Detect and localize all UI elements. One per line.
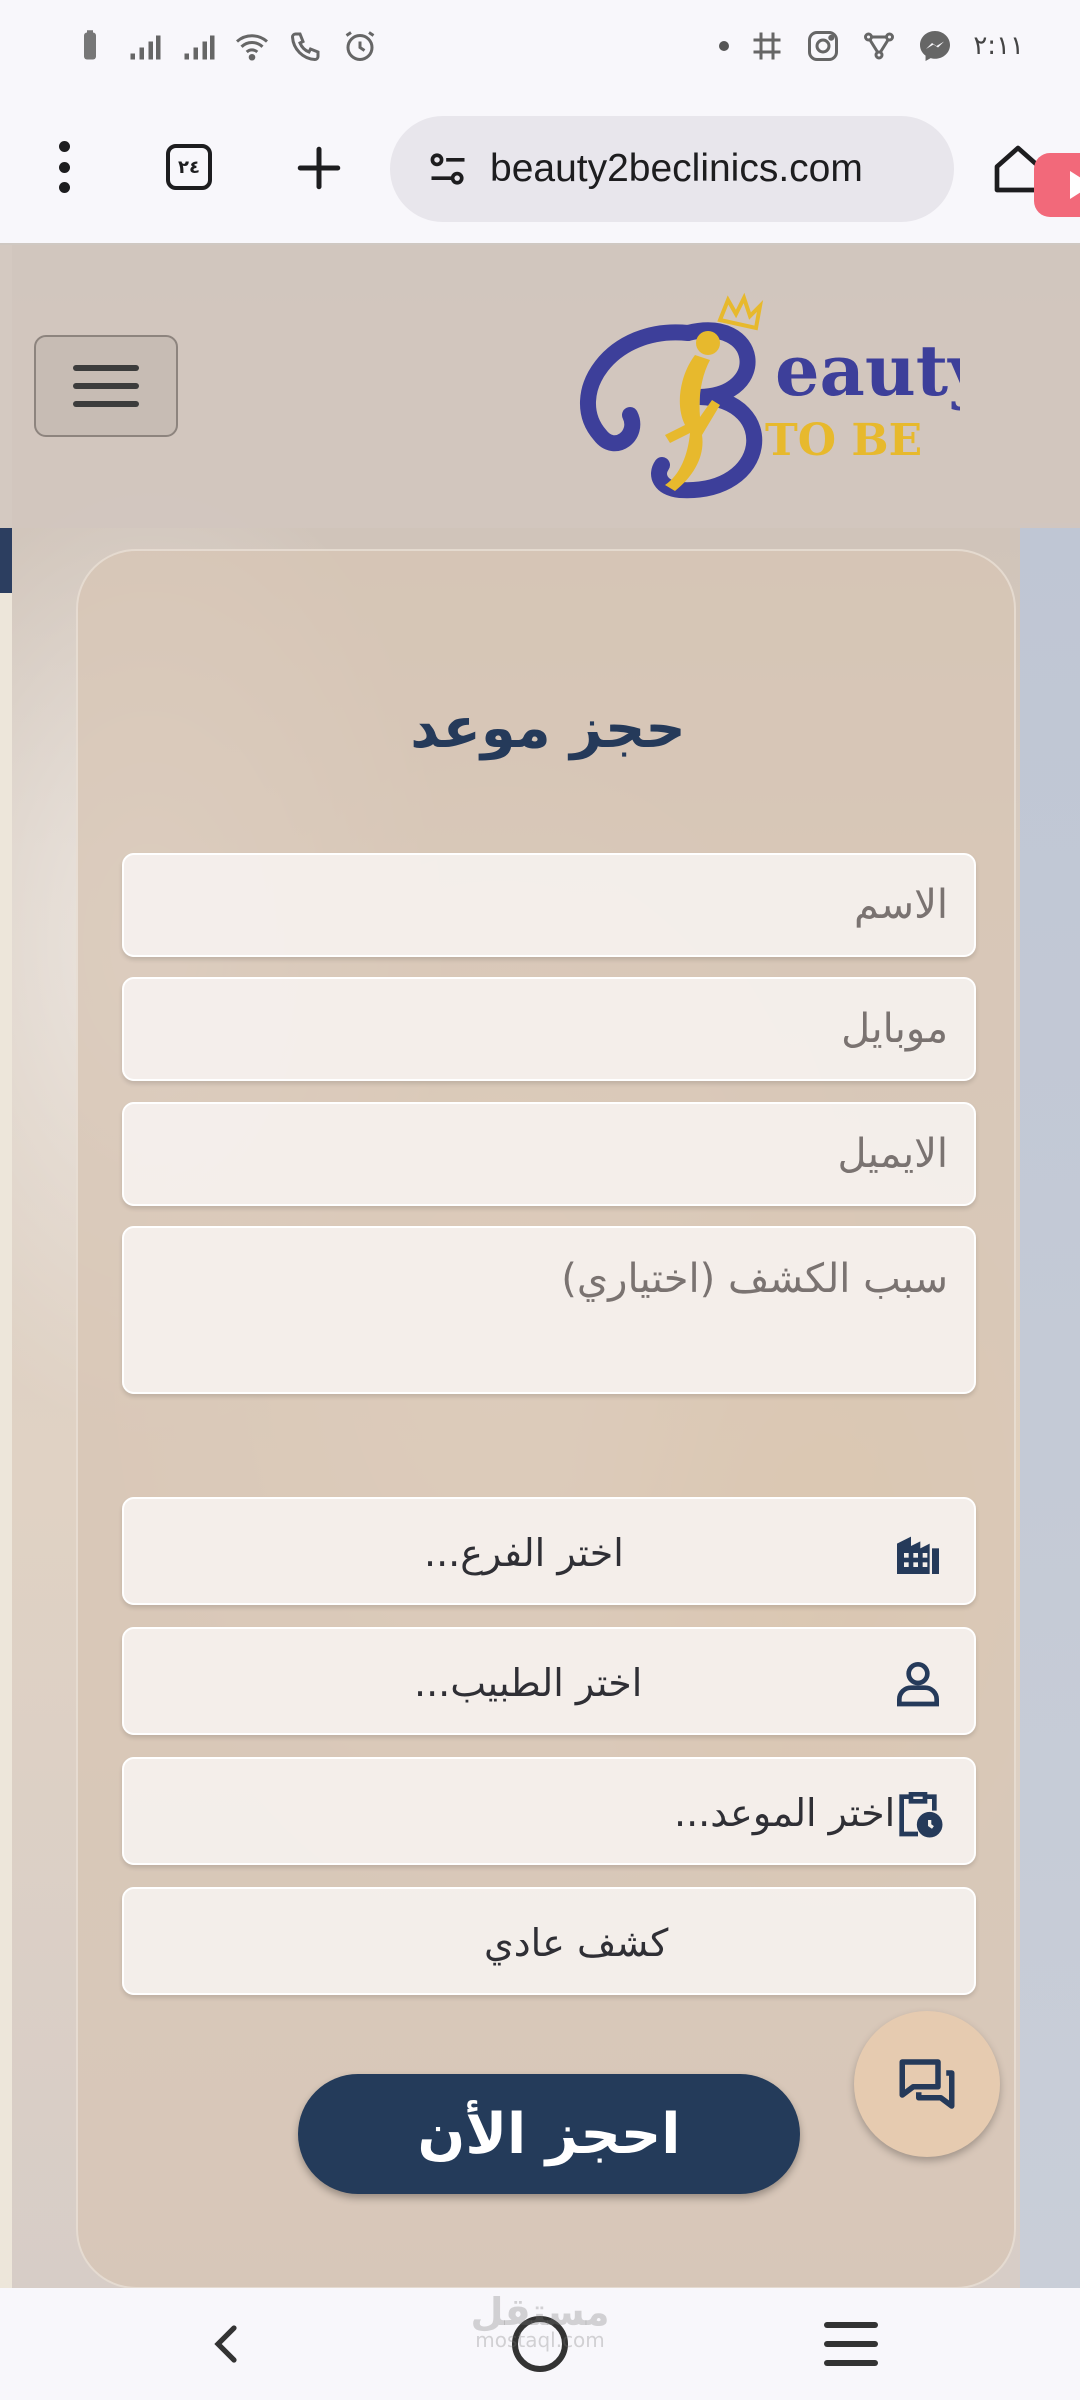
branch-select[interactable]: اختر الفرع... <box>122 1497 976 1605</box>
address-bar[interactable]: beauty2beclinics.com <box>390 116 954 222</box>
web-page: eauty TO BE حجز موعد الاسم موبايل الايمي… <box>0 243 1080 2288</box>
book-now-button[interactable]: احجز الأن <box>298 2074 800 2194</box>
appointment-select[interactable]: اختر الموعد... <box>122 1757 976 1865</box>
clipboard-clock-icon <box>890 1785 946 1841</box>
mobile-input[interactable]: موبايل <box>122 977 976 1081</box>
back-icon[interactable] <box>204 2320 252 2368</box>
messenger-icon <box>917 26 953 66</box>
site-settings-icon[interactable] <box>426 147 470 191</box>
notification-dot-icon <box>719 41 730 51</box>
browser-menu-icon[interactable] <box>42 135 86 199</box>
watermark-sub: mostaql.com <box>475 2328 605 2352</box>
name-input[interactable]: الاسم <box>122 853 976 957</box>
logo-text-sub: TO BE <box>765 415 922 466</box>
wifi-icon <box>234 26 270 66</box>
chat-button[interactable] <box>854 2011 1000 2157</box>
building-icon <box>890 1525 946 1581</box>
signal-icon <box>126 26 162 66</box>
new-tab-icon[interactable] <box>294 143 344 193</box>
browser-toolbar: ٢٤ beauty2beclinics.com <box>0 95 1080 243</box>
logo-text-main: eauty <box>775 329 960 412</box>
reason-textarea[interactable]: سبب الكشف (اختياري) <box>122 1226 976 1394</box>
booking-form-card: حجز موعد الاسم موبايل الايميل سبب الكشف … <box>76 549 1016 2288</box>
email-input[interactable]: الايميل <box>122 1102 976 1206</box>
wifi-calling-icon <box>288 26 324 66</box>
form-title: حجز موعد <box>410 696 686 761</box>
left-edge-strip <box>0 243 12 2288</box>
tabs-switcher-button[interactable]: ٢٤ <box>166 144 212 190</box>
status-left-icons <box>72 26 378 66</box>
status-bar: ٢:١١ <box>0 0 1080 95</box>
background-image <box>1020 523 1080 2288</box>
doctor-select[interactable]: اختر الطبيب... <box>122 1627 976 1735</box>
chat-icon <box>899 2059 955 2109</box>
url-text[interactable]: beauty2beclinics.com <box>490 147 863 191</box>
branch-select-label: اختر الفرع... <box>424 1531 624 1575</box>
alarm-icon <box>342 26 378 66</box>
status-right-icons: ٢:١١ <box>719 26 1024 66</box>
signal-icon <box>180 26 216 66</box>
visit-type-select-label: كشف عادي <box>484 1921 669 1965</box>
grid-icon <box>749 26 785 66</box>
doctor-select-label: اختر الطبيب... <box>414 1661 643 1705</box>
site-header: eauty TO BE <box>0 243 1080 528</box>
hamburger-menu-button[interactable] <box>34 335 178 437</box>
recent-apps-icon[interactable] <box>824 2322 878 2366</box>
instagram-icon <box>805 26 841 66</box>
youtube-icon[interactable] <box>1034 153 1080 217</box>
status-time: ٢:١١ <box>973 31 1024 61</box>
mostaql-watermark: مستقل mostaql.com <box>470 2290 610 2360</box>
appointment-select-label: اختر الموعد... <box>674 1791 896 1835</box>
person-icon <box>890 1655 946 1711</box>
network-icon <box>861 26 897 66</box>
battery-icon <box>72 26 108 66</box>
beauty-to-be-logo[interactable]: eauty TO BE <box>570 285 960 505</box>
visit-type-select[interactable]: كشف عادي <box>122 1887 976 1995</box>
